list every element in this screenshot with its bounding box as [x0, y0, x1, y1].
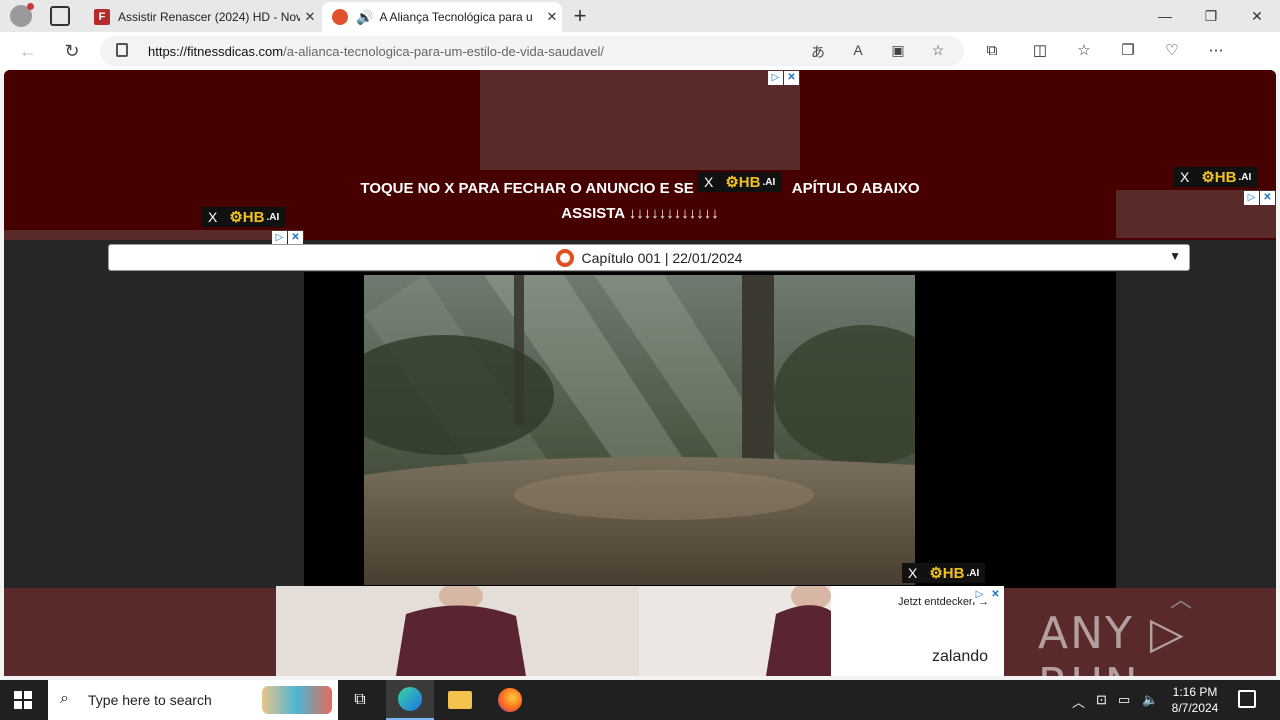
- hb-logo: ⚙HB: [1201, 169, 1237, 186]
- ad-info-icon[interactable]: ▷: [768, 71, 783, 85]
- ad-close-icon[interactable]: ✕: [988, 588, 1003, 602]
- immersive-reader-icon[interactable]: ▣: [888, 42, 908, 59]
- address-bar[interactable]: https://fitnessdicas.com/a-alianca-tecno…: [100, 36, 964, 66]
- profile-avatar[interactable]: [10, 3, 34, 27]
- extensions-icon[interactable]: ⧉: [980, 41, 1004, 61]
- tab-renascer[interactable]: F Assistir Renascer (2024) HD - Nov ✕: [84, 2, 320, 32]
- ad-close-icon[interactable]: ✕: [1260, 191, 1275, 205]
- tray-device-icon[interactable]: ⊡: [1096, 692, 1107, 708]
- search-icon: ⌕: [60, 690, 69, 707]
- hb-logo: ⚙HB: [929, 565, 965, 582]
- firefox-icon[interactable]: [486, 680, 534, 720]
- forest-scene-image: [364, 275, 915, 585]
- back-button[interactable]: ←: [16, 40, 40, 62]
- clock[interactable]: 1:16 PM 8/7/2024: [1164, 684, 1226, 716]
- taskbar-search[interactable]: ⌕ Type here to search: [48, 680, 338, 720]
- site-favicon-icon: F: [94, 9, 110, 25]
- collections-icon[interactable]: ❐: [1116, 41, 1140, 61]
- volume-icon[interactable]: 🔈: [1142, 692, 1158, 708]
- url-text[interactable]: https://fitnessdicas.com/a-alianca-tecno…: [148, 44, 604, 59]
- left-ad-strip: [4, 230, 304, 240]
- windows-taskbar: ⌕ Type here to search ⧉ ︿ ⊡ ▭ 🔈 1:16 PM …: [0, 680, 1280, 720]
- chevron-down-icon[interactable]: ▼: [1169, 249, 1181, 263]
- ad-choices-badge[interactable]: ▷ ✕: [768, 71, 800, 85]
- hb-logo: ⚙HB: [229, 209, 265, 226]
- tab-title: A Aliança Tecnológica para u: [379, 10, 533, 24]
- ad-info-icon[interactable]: ▷: [972, 588, 987, 602]
- split-screen-icon[interactable]: ◫: [1028, 41, 1052, 61]
- edge-taskbar-icon[interactable]: [386, 680, 434, 720]
- notification-icon[interactable]: [1238, 690, 1256, 708]
- performance-icon[interactable]: ♡: [1160, 41, 1184, 61]
- anyrun-watermark: ANY ▷ RUN: [1038, 608, 1186, 676]
- read-aloud-icon[interactable]: A: [848, 42, 868, 58]
- close-window-button[interactable]: ✕: [1234, 4, 1280, 28]
- minimize-button[interactable]: —: [1142, 4, 1188, 28]
- search-highlight-image: [262, 686, 332, 714]
- file-explorer-icon[interactable]: [436, 680, 484, 720]
- start-button[interactable]: [14, 691, 32, 709]
- favorites-icon[interactable]: ☆: [1072, 41, 1096, 61]
- ad-model-image: [276, 586, 831, 676]
- page-viewport: ▷ ✕ TOQUE NO X PARA FECHAR O ANUNCIO E S…: [4, 70, 1276, 676]
- ad-close-icon[interactable]: ✕: [784, 71, 799, 85]
- favorite-star-icon[interactable]: ☆: [928, 42, 948, 59]
- close-ad-notice: TOQUE NO X PARA FECHAR O ANUNCIO E SE APÍ…: [360, 180, 920, 222]
- hb-ad-overlay[interactable]: X ⚙HB .AI: [902, 563, 986, 583]
- hb-logo: ⚙HB: [725, 174, 761, 191]
- screen: F Assistir Renascer (2024) HD - Nov ✕ 🔊 …: [0, 0, 1280, 720]
- ad-info-icon[interactable]: ▷: [1244, 191, 1259, 205]
- tab-strip: F Assistir Renascer (2024) HD - Nov ✕ 🔊 …: [0, 0, 1280, 32]
- tab-actions-icon[interactable]: [50, 6, 70, 26]
- chapter-ring-icon: [555, 248, 574, 267]
- network-icon[interactable]: ▭: [1118, 692, 1130, 708]
- top-ad-slot[interactable]: [480, 70, 800, 170]
- chapter-select[interactable]: Capítulo 001 | 22/01/2024 ▼: [108, 244, 1190, 271]
- site-favicon-icon: [332, 9, 348, 25]
- browser-toolbar: ← ↻ https://fitnessdicas.com/a-alianca-t…: [0, 32, 1280, 70]
- ad-close-icon[interactable]: ✕: [288, 231, 303, 245]
- hb-ad-overlay[interactable]: X ⚙HB .AI: [202, 207, 286, 227]
- copilot-icon[interactable]: [1246, 40, 1270, 64]
- ad-choices-badge[interactable]: ▷ ✕: [972, 588, 1004, 602]
- refresh-button[interactable]: ↻: [60, 40, 84, 62]
- tray-chevron-icon[interactable]: ︿: [1072, 692, 1085, 711]
- video-player[interactable]: [304, 272, 1116, 588]
- tab-alianca[interactable]: 🔊 A Aliança Tecnológica para u ✕: [322, 2, 562, 32]
- ad-choices-badge[interactable]: ▷ ✕: [1244, 191, 1276, 205]
- chapter-selected: Capítulo 001 | 22/01/2024: [581, 249, 743, 266]
- close-tab-icon[interactable]: ✕: [542, 9, 562, 25]
- translate-icon[interactable]: あ: [808, 42, 828, 62]
- zalando-ad[interactable]: Jetzt entdecken → zalando ▷ ✕: [276, 586, 1004, 676]
- close-tab-icon[interactable]: ✕: [300, 9, 320, 25]
- hb-close-icon[interactable]: X: [704, 174, 713, 190]
- settings-more-icon[interactable]: ⋯: [1204, 41, 1228, 61]
- task-view-icon[interactable]: ⧉: [336, 680, 384, 720]
- ad-choices-badge[interactable]: ▷ ✕: [272, 231, 304, 245]
- search-placeholder: Type here to search: [88, 692, 212, 708]
- hb-close-icon[interactable]: X: [1180, 169, 1189, 185]
- ad-info-icon[interactable]: ▷: [272, 231, 287, 245]
- hb-ad-overlay[interactable]: X ⚙HB .AI: [698, 172, 782, 192]
- lock-icon[interactable]: [116, 43, 128, 57]
- hb-close-icon[interactable]: X: [908, 565, 917, 581]
- new-tab-button[interactable]: +: [568, 4, 592, 28]
- tab-title: Assistir Renascer (2024) HD - Nov: [118, 10, 300, 24]
- hb-close-icon[interactable]: X: [208, 209, 217, 225]
- video-frame[interactable]: [364, 275, 915, 585]
- hb-ad-overlay[interactable]: X ⚙HB .AI: [1174, 167, 1258, 187]
- restore-button[interactable]: ❐: [1188, 4, 1234, 28]
- speaker-icon[interactable]: 🔊: [356, 9, 373, 26]
- zalando-logo: zalando: [932, 648, 989, 665]
